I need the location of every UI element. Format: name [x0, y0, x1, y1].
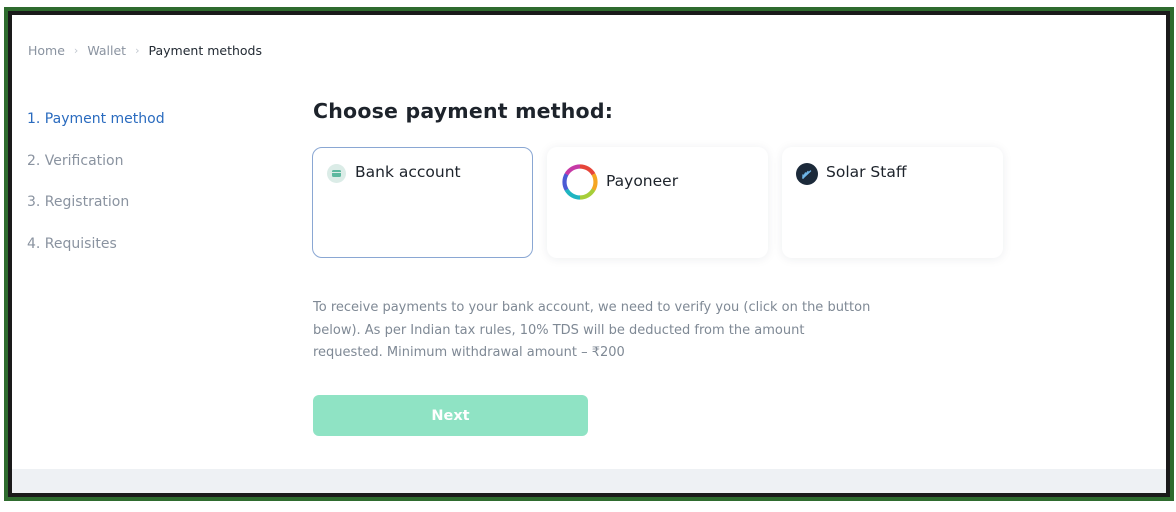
- payment-methods: Bank account Payoneer Solar Staff: [312, 147, 1017, 258]
- method-card-bank-account[interactable]: Bank account: [312, 147, 533, 258]
- step-registration[interactable]: 3. Registration: [27, 192, 165, 234]
- verification-description: To receive payments to your bank account…: [313, 300, 871, 360]
- screenshot-frame: Home › Wallet › Payment methods 1. Payme…: [4, 7, 1174, 501]
- chevron-right-icon: ›: [73, 44, 79, 57]
- method-label: Payoneer: [606, 172, 679, 190]
- step-requisites[interactable]: 4. Requisites: [27, 234, 165, 276]
- method-label: Bank account: [355, 163, 461, 181]
- page-footer-strip: [12, 469, 1166, 493]
- step-verification[interactable]: 2. Verification: [27, 151, 165, 193]
- bank-card-icon: [327, 164, 346, 183]
- breadcrumb-current: Payment methods: [148, 43, 262, 58]
- step-payment-method[interactable]: 1. Payment method: [27, 109, 165, 151]
- breadcrumb: Home › Wallet › Payment methods: [28, 43, 262, 58]
- solar-staff-icon: [796, 163, 818, 185]
- breadcrumb-home[interactable]: Home: [28, 43, 65, 58]
- method-card-payoneer[interactable]: Payoneer: [547, 147, 768, 258]
- page: Home › Wallet › Payment methods 1. Payme…: [12, 15, 1166, 493]
- chevron-right-icon: ›: [135, 44, 140, 57]
- method-card-solar-staff[interactable]: Solar Staff: [782, 147, 1003, 258]
- steps-list: 1. Payment method 2. Verification 3. Reg…: [27, 109, 165, 275]
- next-button[interactable]: Next: [313, 395, 588, 436]
- page-title: Choose payment method:: [313, 99, 614, 123]
- payoneer-ring-icon: [562, 164, 598, 200]
- breadcrumb-wallet[interactable]: Wallet: [87, 43, 126, 58]
- method-label: Solar Staff: [826, 163, 907, 181]
